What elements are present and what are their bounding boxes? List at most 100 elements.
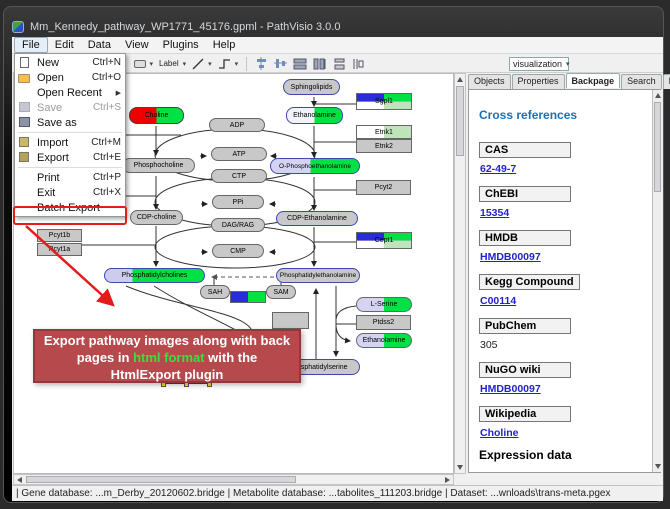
scrollbar-thumb[interactable]	[456, 86, 464, 156]
tab-objects[interactable]: Objects	[468, 74, 511, 89]
menu-item-shortcut: Ctrl+N	[92, 57, 121, 68]
menu-item-export[interactable]: Export Ctrl+E	[15, 150, 125, 165]
save-icon	[18, 102, 32, 113]
scroll-up-icon[interactable]	[457, 77, 463, 82]
common-width-button[interactable]	[293, 56, 307, 71]
node-cmp[interactable]: CMP	[212, 244, 264, 258]
menu-item-new[interactable]: New Ctrl+N	[15, 55, 125, 70]
menu-item-open[interactable]: Open Ctrl+O	[15, 70, 125, 85]
node-cdp-choline[interactable]: CDP-choline	[130, 210, 183, 225]
node-sam[interactable]: SAM	[266, 285, 296, 299]
node-cdp-ethanolamine[interactable]: CDP-Ethanolamine	[276, 211, 358, 226]
scrollbar-thumb[interactable]	[26, 476, 296, 483]
sidebar-tabs: Objects Properties Backpage Search Legen…	[468, 74, 670, 89]
node-choline-top[interactable]: Choline	[129, 107, 184, 124]
tab-properties[interactable]: Properties	[512, 74, 565, 89]
align-middle-button[interactable]	[274, 56, 287, 71]
connector-tool-icon	[218, 58, 231, 70]
open-folder-icon	[18, 72, 32, 83]
menu-item-shortcut: Ctrl+S	[93, 102, 121, 113]
xref-header: CAS	[479, 142, 571, 158]
menu-item-exit[interactable]: Exit Ctrl+X	[15, 185, 125, 200]
cross-references-heading: Cross references	[479, 108, 650, 122]
scroll-up-icon[interactable]	[655, 93, 661, 98]
node-dag[interactable]: DAG/RAG	[211, 218, 265, 232]
node-sphingolipids[interactable]: Sphingolipids	[283, 79, 340, 95]
scroll-down-icon[interactable]	[655, 464, 661, 469]
scrollbar-thumb[interactable]	[654, 102, 661, 192]
node-ppi[interactable]: PPi	[212, 195, 264, 209]
node-l-serine[interactable]: L-Serine	[356, 297, 412, 312]
menu-view[interactable]: View	[118, 38, 156, 52]
node-pcyt2[interactable]: Pcyt2	[356, 180, 411, 195]
menu-item-label: Save as	[37, 117, 121, 129]
line-tool-button[interactable]: ▾	[192, 56, 212, 71]
sidebar-scrollbar[interactable]	[652, 90, 663, 472]
node-atp[interactable]: ATP	[211, 147, 267, 161]
datanode-tool-button[interactable]: ▾	[134, 56, 154, 71]
menu-plugins[interactable]: Plugins	[156, 38, 206, 52]
node-pisd-partial[interactable]	[272, 312, 309, 329]
menu-file[interactable]: File	[14, 37, 48, 53]
menu-item-label: Print	[37, 172, 93, 184]
scroll-left-icon[interactable]	[17, 477, 22, 483]
node-ptdss2[interactable]: Ptdss2	[356, 315, 411, 330]
xref-link[interactable]: 15354	[480, 207, 650, 219]
menu-data[interactable]: Data	[81, 38, 118, 52]
menu-item-print[interactable]: Print Ctrl+P	[15, 170, 125, 185]
node-sah[interactable]: SAH	[200, 285, 230, 299]
menu-item-save-as[interactable]: Save as	[15, 115, 125, 130]
connector-tool-button[interactable]: ▾	[218, 56, 239, 71]
align-center-button[interactable]	[255, 56, 268, 71]
node-pcyt1b[interactable]: Pcyt1b	[37, 229, 82, 242]
node-pcyt1a[interactable]: Pcyt1a	[37, 243, 82, 256]
node-o-phosphoethanolamine[interactable]: O-Phosphoethanolamine	[270, 158, 360, 174]
menu-item-label: Open	[37, 72, 92, 84]
menu-item-save[interactable]: Save Ctrl+S	[15, 100, 125, 115]
xref-link[interactable]: C00114	[480, 295, 650, 307]
xref-header: HMDB	[479, 230, 571, 246]
label-tool-button[interactable]: Label ▾	[159, 56, 186, 71]
node-adp[interactable]: ADP	[209, 118, 265, 132]
title-bar[interactable]: Mm_Kennedy_pathway_WP1771_45176.gpml - P…	[12, 17, 660, 37]
xref-link[interactable]: Choline	[480, 427, 650, 439]
visualization-combobox[interactable]: visualization ▾	[509, 57, 569, 71]
menu-help[interactable]: Help	[206, 38, 243, 52]
canvas-vertical-scrollbar[interactable]	[454, 73, 466, 474]
node-phosphatidylcholines[interactable]: Phosphatidylcholines	[104, 268, 205, 283]
stack-vertical-button[interactable]	[333, 56, 346, 71]
tab-backpage[interactable]: Backpage	[566, 73, 621, 88]
visualization-value: visualization	[513, 59, 562, 69]
menu-item-label: Export	[37, 152, 93, 164]
stack-horizontal-button[interactable]	[352, 56, 365, 71]
tab-legend[interactable]: Legend	[663, 74, 670, 89]
xref-link[interactable]: HMDB00097	[480, 251, 650, 263]
node-phosphatidylethanolamine[interactable]: Phosphatidylethanolamine	[276, 268, 360, 283]
node-cept1[interactable]: Cept1	[356, 232, 412, 249]
node-ctp[interactable]: CTP	[211, 169, 267, 183]
xref-link[interactable]: HMDB00097	[480, 383, 650, 395]
node-pemt-partial[interactable]	[230, 291, 266, 303]
chevron-down-icon: ▾	[183, 60, 187, 68]
xref-header: Wikipedia	[479, 406, 571, 422]
menu-edit[interactable]: Edit	[48, 38, 81, 52]
common-height-button[interactable]	[313, 56, 327, 71]
node-sgpl1[interactable]: Sgpl1	[356, 93, 412, 110]
menu-item-shortcut: Ctrl+X	[93, 187, 121, 198]
node-etnk1[interactable]: Etnk1	[356, 125, 412, 139]
scroll-right-icon[interactable]	[445, 477, 450, 483]
menu-item-import[interactable]: Import Ctrl+M	[15, 135, 125, 150]
node-ethanolamine-bottom[interactable]: Ethanolamine	[356, 333, 412, 348]
scroll-down-icon[interactable]	[457, 465, 463, 470]
chevron-down-icon: ▾	[566, 60, 570, 68]
canvas-horizontal-scrollbar[interactable]	[13, 474, 454, 485]
new-file-icon	[18, 57, 32, 68]
tab-search[interactable]: Search	[621, 74, 662, 89]
node-etnk2[interactable]: Etnk2	[356, 139, 412, 153]
import-icon	[18, 137, 32, 148]
chevron-down-icon: ▾	[150, 60, 154, 68]
node-ethanolamine-top[interactable]: Ethanolamine	[286, 107, 343, 124]
node-phosphocholine[interactable]: Phosphocholine	[122, 158, 195, 173]
menu-item-open-recent[interactable]: Open Recent ▶	[15, 85, 125, 100]
xref-link[interactable]: 62-49-7	[480, 163, 650, 175]
